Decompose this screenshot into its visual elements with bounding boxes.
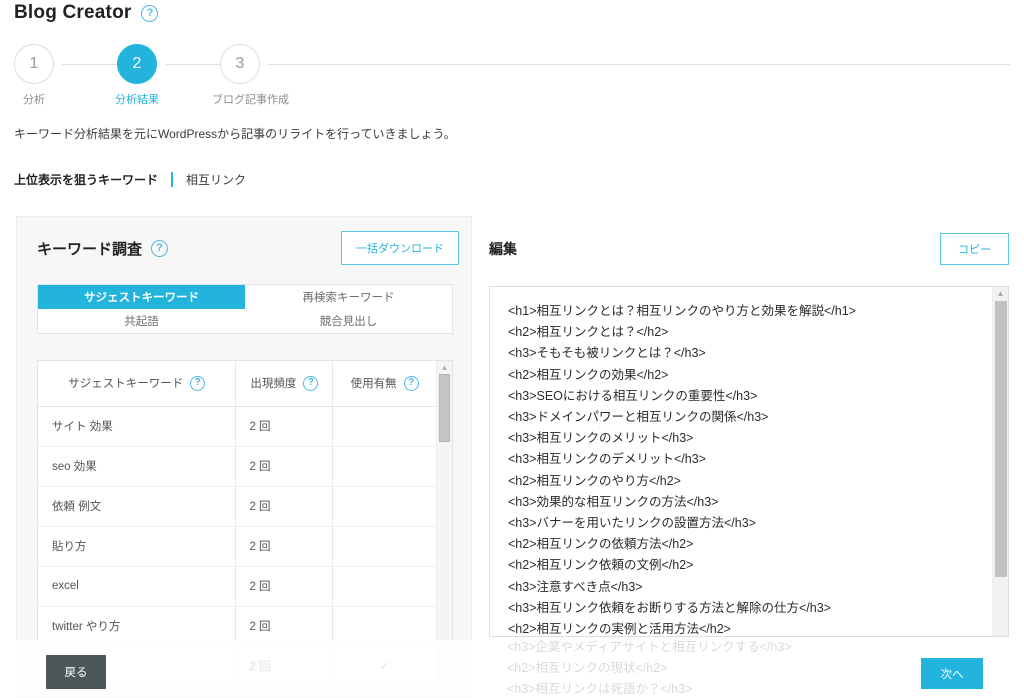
table-row[interactable]: サイト 効果 2 回 [38, 406, 436, 446]
tab-suggest-keyword[interactable]: サジェストキーワード [38, 285, 245, 309]
cell-frequency: 2 回 [236, 526, 333, 566]
tab-research-keyword[interactable]: 再検索キーワード [245, 285, 452, 309]
scroll-up-arrow-icon[interactable]: ▲ [437, 364, 452, 372]
intro-description: キーワード分析結果を元にWordPressから記事のリライトを行っていきましょう… [14, 125, 456, 142]
cell-keyword: seo 効果 [38, 446, 236, 486]
next-button[interactable]: 次へ [921, 658, 983, 689]
copy-button[interactable]: コピー [940, 233, 1009, 265]
cell-used[interactable] [333, 446, 436, 486]
column-header-used[interactable]: 使用有無 ? [333, 361, 436, 406]
editor-textarea[interactable]: <h1>相互リンクとは？相互リンクのやり方と効果を解説</h1> <h2>相互リ… [490, 287, 992, 636]
cell-used[interactable] [333, 486, 436, 526]
edit-panel-title: 編集 [489, 239, 517, 259]
keyword-table: サジェストキーワード ? 出現頻度 ? 使用有無 [38, 361, 436, 682]
column-header-frequency[interactable]: 出現頻度 ? [236, 361, 333, 406]
keyword-tabs: サジェストキーワード 再検索キーワード 共起語 競合見出し [37, 284, 453, 334]
table-header-row: サジェストキーワード ? 出現頻度 ? 使用有無 [38, 361, 436, 406]
cell-keyword: 依頼 例文 [38, 486, 236, 526]
cell-frequency: 2 回 [236, 486, 333, 526]
keyword-table-scrollbar[interactable]: ▲ [436, 361, 452, 681]
scroll-up-arrow-icon[interactable]: ▲ [993, 290, 1008, 298]
keyword-table-container: サジェストキーワード ? 出現頻度 ? 使用有無 [37, 360, 453, 682]
column-header-keyword-label: サジェストキーワード [68, 375, 183, 391]
column-header-used-label: 使用有無 [351, 375, 397, 391]
step-1-circle[interactable]: 1 [14, 44, 54, 84]
cell-frequency: 2 回 [236, 406, 333, 446]
tab-competitor-headings[interactable]: 競合見出し [245, 309, 452, 333]
step-3-circle[interactable]: 3 [220, 44, 260, 84]
tab-cooccurrence-word[interactable]: 共起語 [38, 309, 245, 333]
target-keyword-label: 上位表示を狙うキーワード [14, 171, 158, 188]
editor-box: <h1>相互リンクとは？相互リンクのやり方と効果を解説</h1> <h2>相互リ… [489, 286, 1009, 637]
column-header-frequency-label: 出現頻度 [250, 375, 296, 391]
blog-creator-page: Blog Creator ? 1 分析 2 分析結果 3 ブログ記事作成 キーワ… [0, 0, 1024, 698]
scrollbar-thumb[interactable] [439, 374, 450, 442]
page-title: Blog Creator [14, 2, 131, 24]
scrollbar-thumb[interactable] [995, 301, 1007, 577]
help-icon[interactable]: ? [190, 376, 205, 391]
cell-used[interactable] [333, 566, 436, 606]
cell-used[interactable] [333, 526, 436, 566]
cell-keyword: 貼り方 [38, 526, 236, 566]
editor-scrollbar[interactable]: ▲ [992, 287, 1008, 636]
target-keyword-bar: 上位表示を狙うキーワード 相互リンク [14, 171, 246, 188]
cell-used[interactable] [333, 406, 436, 446]
page-header: Blog Creator ? [14, 2, 158, 24]
help-icon[interactable]: ? [303, 376, 318, 391]
step-3-label: ブログ記事作成 [212, 91, 268, 107]
help-icon[interactable]: ? [404, 376, 419, 391]
step-3[interactable]: 3 ブログ記事作成 [212, 44, 268, 107]
column-header-keyword[interactable]: サジェストキーワード ? [38, 361, 236, 406]
keyword-research-title: キーワード調査 [37, 238, 142, 259]
keyword-table-head: サジェストキーワード ? 出現頻度 ? 使用有無 [38, 361, 436, 406]
bulk-download-button[interactable]: 一括ダウンロード [341, 231, 459, 265]
table-row[interactable]: seo 効果 2 回 [38, 446, 436, 486]
edit-panel-header: 編集 コピー [489, 232, 1009, 266]
step-2-circle[interactable]: 2 [117, 44, 157, 84]
edit-panel: 編集 コピー <h1>相互リンクとは？相互リンクのやり方と効果を解説</h1> … [489, 232, 1009, 266]
divider [171, 172, 173, 187]
table-row[interactable]: 貼り方 2 回 [38, 526, 436, 566]
step-1-label: 分析 [6, 91, 62, 107]
step-1[interactable]: 1 分析 [6, 44, 62, 107]
keyword-research-card: キーワード調査 ? 一括ダウンロード サジェストキーワード 再検索キーワード 共… [16, 216, 472, 698]
help-icon[interactable]: ? [151, 240, 168, 257]
cell-frequency: 2 回 [236, 446, 333, 486]
back-button[interactable]: 戻る [46, 655, 106, 689]
stepper: 1 分析 2 分析結果 3 ブログ記事作成 [0, 44, 1024, 106]
cell-frequency: 2 回 [236, 566, 333, 606]
step-2[interactable]: 2 分析結果 [109, 44, 165, 107]
keyword-research-header: キーワード調査 ? 一括ダウンロード [17, 217, 473, 279]
step-connector-line-3 [268, 64, 1010, 65]
table-row[interactable]: 依頼 例文 2 回 [38, 486, 436, 526]
target-keyword-value: 相互リンク [186, 171, 246, 188]
table-row[interactable]: excel 2 回 [38, 566, 436, 606]
cell-keyword: excel [38, 566, 236, 606]
step-2-label: 分析結果 [109, 91, 165, 107]
footer-overlay [0, 640, 1024, 698]
help-icon[interactable]: ? [141, 5, 158, 22]
cell-keyword: サイト 効果 [38, 406, 236, 446]
